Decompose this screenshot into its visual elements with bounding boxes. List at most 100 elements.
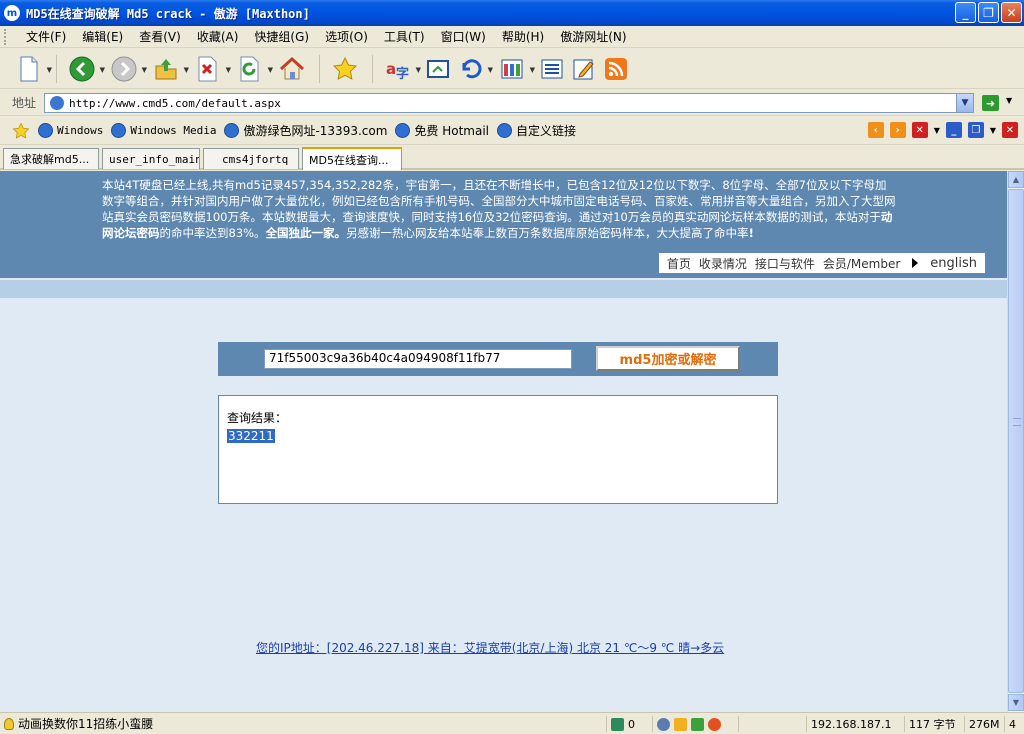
favorites-button[interactable] (330, 54, 360, 84)
menu-edit[interactable]: 编辑(E) (74, 28, 131, 45)
address-input[interactable]: http://www.cmd5.com/default.aspx ▼ (44, 93, 974, 113)
list-icon (541, 59, 563, 78)
page-favicon-icon (50, 96, 64, 110)
status-message[interactable]: 动画换数你11招练小蛮腰 (4, 715, 153, 732)
star-icon (332, 56, 358, 80)
banner-stripe (0, 280, 1007, 298)
favorite-link-maxthon-green[interactable]: 傲游绿色网址-13393.com (224, 122, 387, 139)
screen-capture-button[interactable] (423, 54, 453, 84)
network-icon[interactable] (657, 717, 670, 731)
result-label: 查询结果： (227, 411, 288, 425)
popup-blocker-icon (611, 717, 624, 731)
translate-button[interactable]: a字 ▼ (383, 54, 421, 84)
translate-icon: a字 (386, 60, 409, 82)
svg-text:a: a (386, 60, 396, 78)
nav-english-link[interactable]: english (930, 256, 977, 271)
status-text[interactable]: 动画换数你11招练小蛮腰 (18, 715, 153, 732)
popup-count: 0 (628, 717, 635, 731)
menu-maxthon-sites[interactable]: 傲游网址(N) (552, 28, 634, 45)
page-content: 本站4T硬盘已经上线,共有md5记录457,354,352,282条，宇宙第一，… (0, 171, 1007, 712)
nav-member-link[interactable]: 会员/Member (823, 255, 900, 272)
refresh-icon (240, 56, 259, 81)
minimize-button[interactable]: _ (955, 2, 976, 23)
tab-prev-icon[interactable]: ‹ (867, 122, 884, 138)
tab-menu-dropdown-icon[interactable]: ▼ (934, 126, 940, 135)
notes-button[interactable] (569, 54, 599, 84)
site-notice: 本站4T硬盘已经上线,共有md5记录457,354,352,282条，宇宙第一，… (102, 177, 897, 241)
tab-close-icon[interactable]: ✕ (911, 122, 928, 138)
maxthon-logo-icon: m (4, 5, 20, 21)
address-bar: 地址 http://www.cmd5.com/default.aspx ▼ ➜ … (0, 90, 1024, 116)
scroll-up-icon[interactable]: ▲ (1008, 171, 1024, 188)
rss-button[interactable] (601, 54, 631, 84)
back-arrow-icon (69, 56, 95, 81)
notice-text-1: 本站4T硬盘已经上线,共有md5记录457,354,352,282条，宇宙第一，… (102, 178, 896, 224)
nav-home-link[interactable]: 首页 (667, 255, 691, 272)
favorite-link-windows[interactable]: Windows (38, 123, 103, 138)
ie-page-icon (38, 123, 53, 138)
menu-view[interactable]: 查看(V) (131, 28, 189, 45)
tab-next-icon[interactable]: › (889, 122, 906, 138)
go-dropdown-icon[interactable]: ▼ (1006, 96, 1012, 105)
vertical-scrollbar[interactable]: ▲ ▼ (1007, 171, 1024, 712)
stop-icon (198, 56, 217, 81)
address-dropdown-button[interactable]: ▼ (956, 94, 973, 112)
nav-records-link[interactable]: 收录情况 (699, 255, 747, 272)
notice-bold-3: ! (748, 226, 754, 240)
tile-columns-icon (501, 59, 523, 78)
tab-cms4jfortq[interactable]: cms4jfortq (203, 148, 299, 169)
list-view-button[interactable] (537, 54, 567, 84)
menu-window[interactable]: 窗口(W) (433, 28, 494, 45)
hash-input[interactable]: 71f55003c9a36b40c4a094908f11fb77 (264, 349, 572, 369)
favorites-bar: Windows Windows Media 傲游绿色网址-13393.com 免… (0, 117, 1024, 145)
notice-text-2: 的命中率达到83%。 (159, 226, 266, 240)
back-button[interactable]: ▼ (67, 54, 105, 84)
favorite-link-hotmail[interactable]: 免费 Hotmail (395, 122, 489, 139)
go-button[interactable]: ➜ (982, 95, 999, 111)
window-title: MD5在线查询破解 Md5 crack - 傲游 [Maxthon] (26, 6, 310, 21)
screen-capture-icon (427, 59, 449, 78)
notice-text-3: 另感谢一热心网友给本站奉上数百万条数据库原始密码样本，大大提高了命中率 (346, 226, 749, 240)
menu-favorites[interactable]: 收藏(A) (189, 28, 247, 45)
tab-close-all-icon[interactable]: ✕ (1002, 122, 1018, 138)
menu-options[interactable]: 选项(O) (317, 28, 376, 45)
tab-md5-request[interactable]: 急求破解md5... (3, 148, 99, 169)
status-popup-blocker[interactable]: 0 (606, 716, 650, 732)
tab-minimize-icon[interactable]: _ (945, 122, 962, 138)
close-button[interactable]: ✕ (1001, 2, 1022, 23)
plugin-icon[interactable] (708, 717, 721, 731)
undo-icon (462, 58, 482, 78)
favorites-star-icon (12, 122, 30, 139)
address-url[interactable]: http://www.cmd5.com/default.aspx (69, 97, 281, 110)
ip-info-link[interactable]: 您的IP地址：[202.46.227.18] 来自：艾提宽带(北京/上海) 北京… (256, 639, 724, 656)
md5-submit-button[interactable]: md5加密或解密 (596, 346, 740, 371)
tab-user-info-main[interactable]: user_info_main (102, 148, 200, 169)
up-level-button[interactable]: ▼ (151, 54, 189, 84)
favorite-link-custom[interactable]: 自定义链接 (497, 122, 576, 139)
status-lock (738, 716, 802, 732)
nav-api-link[interactable]: 接口与软件 (755, 255, 815, 272)
menu-help[interactable]: 帮助(H) (494, 28, 552, 45)
restore-button[interactable]: ❐ (978, 2, 999, 23)
undo-close-button[interactable]: ▼ (455, 54, 493, 84)
tab-md5-online-query[interactable]: MD5在线查询... (302, 147, 402, 170)
favorite-link-windows-media[interactable]: Windows Media (111, 123, 216, 138)
refresh-button[interactable]: ▼ (235, 54, 273, 84)
home-button[interactable] (277, 54, 307, 84)
new-page-button[interactable]: ▼ (14, 54, 52, 84)
forward-button[interactable]: ▼ (109, 54, 147, 84)
download-icon[interactable] (691, 717, 704, 731)
tile-windows-button[interactable]: ▼ (497, 54, 535, 84)
menu-tools[interactable]: 工具(T) (376, 28, 433, 45)
tab-window-dropdown-icon[interactable]: ▼ (990, 126, 996, 135)
media-icon[interactable] (674, 717, 687, 731)
tab-restore-icon[interactable]: ❐ (967, 122, 984, 138)
menu-file[interactable]: 文件(F) (18, 28, 74, 45)
stop-button[interactable]: ▼ (193, 54, 231, 84)
scroll-down-icon[interactable]: ▼ (1008, 694, 1024, 711)
scroll-thumb[interactable] (1008, 189, 1024, 693)
result-value[interactable]: 332211 (227, 429, 275, 443)
home-icon (279, 56, 305, 79)
menu-groups[interactable]: 快捷组(G) (246, 28, 317, 45)
site-banner: 本站4T硬盘已经上线,共有md5记录457,354,352,282条，宇宙第一，… (0, 171, 1007, 278)
